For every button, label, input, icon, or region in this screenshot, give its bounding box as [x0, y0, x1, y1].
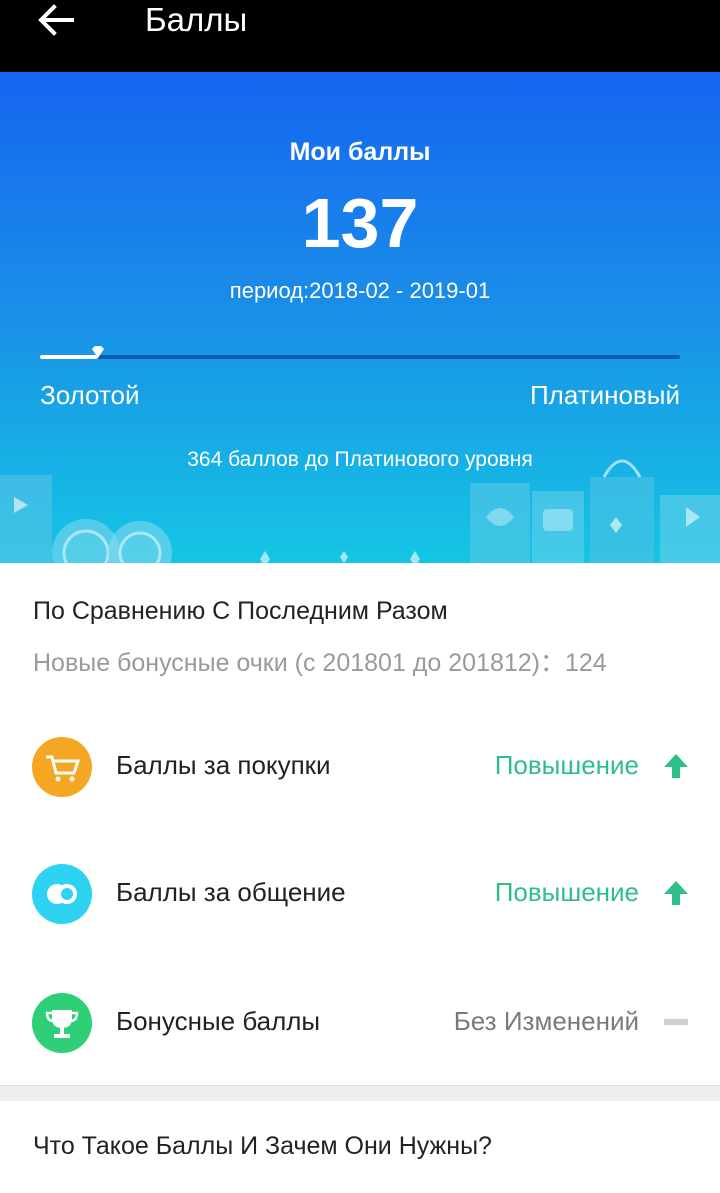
chat-circles-icon: [32, 864, 92, 924]
dash-icon: [664, 1019, 688, 1025]
trend-status: Повышение: [494, 877, 639, 907]
arrow-left-icon[interactable]: [36, 2, 76, 38]
level-progress-track: [40, 346, 680, 359]
my-points-label: Мои баллы: [289, 138, 431, 166]
arrow-up-icon: [664, 754, 688, 778]
list-item-bonus-points[interactable]: Бонусные баллы Без Изменений: [0, 983, 720, 1063]
trend-status: Повышение: [494, 750, 639, 780]
list-item-chat-points[interactable]: Баллы за общение Повышение: [0, 854, 720, 934]
page-title: Баллы: [145, 1, 248, 38]
comparison-summary: Новые бонусные очки (с 201801 до 201812)…: [33, 649, 607, 677]
current-level-label: Золотой: [40, 380, 140, 410]
list-item-purchase-points[interactable]: Баллы за покупки Повышение: [0, 727, 720, 807]
list-item-label: Баллы за общение: [116, 877, 346, 907]
section-divider: [0, 1085, 720, 1101]
trophy-icon: [32, 993, 92, 1053]
points-hero: Мои баллы 137 период:2018-02 - 2019-01 З…: [0, 72, 720, 563]
top-bar: Баллы: [0, 0, 720, 72]
progress-marker-icon: [91, 346, 104, 358]
level-progress-fill: [40, 355, 98, 359]
list-item-label: Баллы за покупки: [116, 750, 331, 780]
next-level-label: Платиновый: [529, 380, 680, 410]
period-text: период:2018-02 - 2019-01: [229, 278, 491, 303]
cart-icon: [32, 737, 92, 797]
points-value: 137: [301, 184, 419, 262]
decorative-illustration: [0, 459, 720, 563]
faq-link[interactable]: Что Такое Баллы И Зачем Они Нужны?: [0, 1101, 720, 1193]
list-item-label: Бонусные баллы: [116, 1006, 321, 1036]
faq-label: Что Такое Баллы И Зачем Они Нужны?: [33, 1132, 492, 1160]
comparison-title: По Сравнению С Последним Разом: [33, 597, 448, 625]
comparison-card: По Сравнению С Последним Разом Новые бон…: [0, 563, 720, 1085]
trend-status: Без Изменений: [453, 1006, 639, 1036]
arrow-up-icon: [664, 881, 688, 905]
